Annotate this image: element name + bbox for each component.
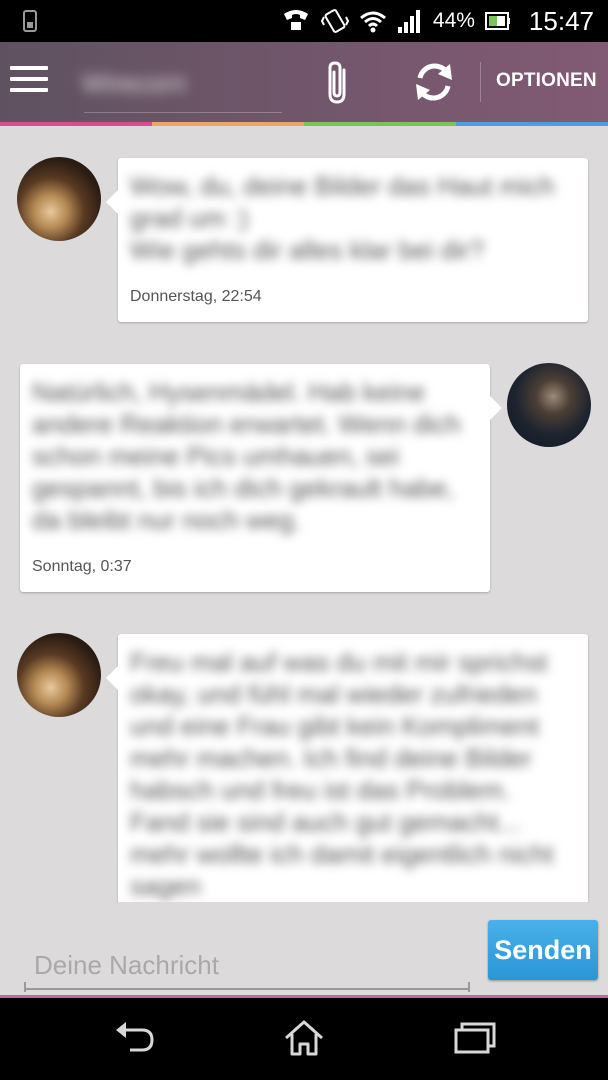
recent-apps-icon[interactable] [450,1016,498,1060]
bubble-pointer [490,396,502,420]
message-bubble-incoming[interactable]: Freu mal auf was du mit mir sprichst oka… [106,634,588,902]
input-edge-left [24,982,26,992]
refresh-icon[interactable] [412,60,456,104]
action-bar: Wirecorn OPTIONEN [0,42,608,126]
message-timestamp: Sonntag, 0:37 [32,558,132,575]
wifi-icon [359,11,386,33]
input-edge-right [468,982,470,992]
message-timestamp: Donnerstag, 22:54 [130,288,262,305]
message-bubble-outgoing[interactable]: Natürlich, Hysenmädel. Hab keine andere … [20,364,502,592]
signal-icon [397,10,420,33]
battery-percent: 44% [432,9,475,32]
vibrate-icon [320,9,349,33]
contact-avatar[interactable] [17,633,101,717]
message-input[interactable] [24,942,470,990]
contact-name: Wirecorn [82,68,187,98]
sim-icon [23,10,37,32]
options-button[interactable]: OPTIONEN [496,70,597,92]
bubble-pointer [106,190,118,214]
bubble-pointer [106,666,118,690]
contact-avatar[interactable] [17,157,101,241]
message-list[interactable]: Wow, du, deine Bilder das Haut mich grad… [0,126,608,902]
attachment-icon[interactable] [322,60,356,108]
contact-name-underline [84,112,282,113]
action-bar-divider [480,62,481,102]
status-bar: 44% 15:47 [0,0,608,42]
message-text: Natürlich, Hysenmädel. Hab keine andere … [32,377,461,535]
phone-call-icon [283,10,308,30]
menu-icon[interactable] [10,66,48,96]
user-avatar[interactable] [507,363,591,447]
send-button[interactable]: Senden [488,920,598,980]
message-bubble-incoming[interactable]: Wow, du, deine Bilder das Haut mich grad… [106,158,588,322]
message-text: Freu mal auf was du mit mir sprichst oka… [130,647,554,901]
message-text: Wow, du, deine Bilder das Haut mich grad… [130,171,555,265]
navigation-bar [0,998,608,1080]
clock: 15:47 [528,5,594,36]
composer: Senden [0,902,608,998]
back-icon[interactable] [112,1016,160,1060]
battery-icon [484,12,510,30]
home-icon[interactable] [280,1016,328,1060]
